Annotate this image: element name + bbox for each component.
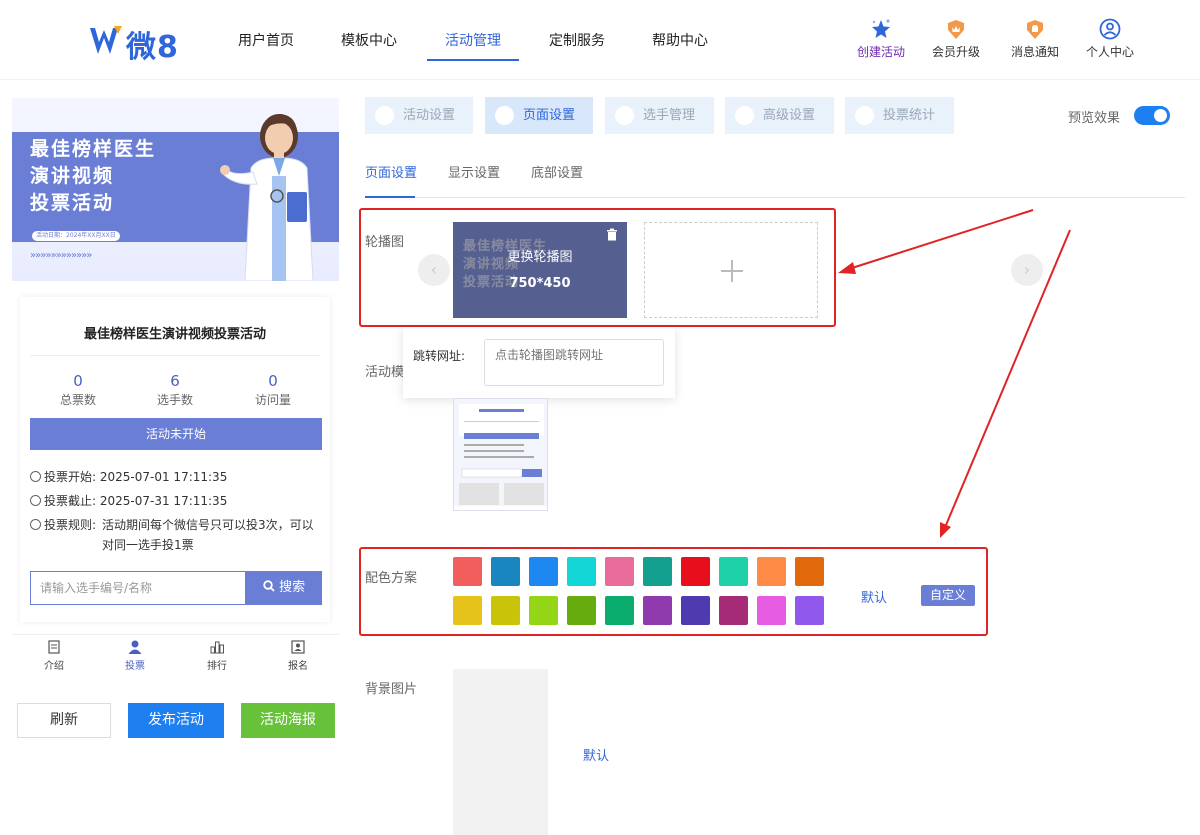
arrow-head-color-scheme [940,522,951,538]
notifications-button[interactable]: 消息通知 [1005,18,1065,60]
tab-vote[interactable]: 投票 [105,639,165,672]
subtab-page-settings[interactable]: 页面设置 [365,162,417,181]
tab-vote-statistics[interactable]: 投票统计 [845,97,954,134]
logo[interactable]: 微8 [88,20,188,65]
arrow-to-color-scheme [945,229,1071,526]
preview-tabbar: 介绍 投票 排行 报名 [12,634,339,674]
info-icon [30,519,41,530]
activity-poster-button[interactable]: 活动海报 [241,703,335,738]
grid-icon [495,106,514,125]
clock-icon [30,495,41,506]
bell-badge-icon [1027,20,1043,39]
document-icon [48,640,60,654]
jump-url-label: 跳转网址: [413,349,466,363]
crown-badge-icon [948,20,964,39]
bar-chart-icon [210,641,224,654]
nav-user-home[interactable]: 用户首页 [238,30,294,50]
nav-active-underline [427,59,519,61]
card-divider [30,355,320,356]
subtab-display-settings[interactable]: 显示设置 [448,162,500,181]
clock-icon [30,471,41,482]
create-activity-button[interactable]: 创建活动 [851,18,911,60]
contestant-search-input[interactable]: 请输入选手编号/名称 [30,571,246,605]
nav-custom-service[interactable]: 定制服务 [549,30,605,50]
refresh-button[interactable]: 刷新 [17,703,111,738]
nav-activity-management[interactable]: 活动管理 [445,30,501,50]
stat-total-votes: 0 总票数 [59,372,96,407]
banner-date: 活动日期：2024年XX月XX日 [32,231,120,241]
sliders-icon [735,106,754,125]
vote-end-line: 投票截止: 2025-07-31 17:11:35 [30,492,227,509]
doctor-illustration [220,114,314,281]
background-default-button[interactable]: 默认 [583,745,609,764]
background-image-label: 背景图片 [365,682,418,697]
logo-w-icon [90,26,122,54]
carousel-next-button[interactable]: › [1011,254,1043,286]
star-sparkle-icon [872,19,890,38]
banner-arrows: »»»»»»»»»»»» [30,250,92,261]
stats-icon [855,106,874,125]
arrow-to-carousel [851,209,1034,269]
vote-start-line: 投票开始: 2025-07-01 17:11:35 [30,468,227,485]
tab-intro[interactable]: 介绍 [24,639,84,672]
template-thumbnail[interactable] [453,398,548,511]
user-circle-icon [1099,18,1121,40]
nav-template-center[interactable]: 模板中心 [341,30,397,50]
create-activity-label: 创建活动 [856,45,905,59]
background-image-thumbnail[interactable] [453,669,548,835]
personal-center-label: 个人中心 [1085,45,1134,59]
activity-info-card: 最佳榜样医生演讲视频投票活动 0 总票数 6 选手数 0 访问量 活动未开始 投… [20,297,330,622]
arrow-head-carousel [838,262,856,274]
vote-rule-label: 投票规则: [30,516,96,533]
toggle-knob [1154,109,1167,122]
heart-icon [375,106,394,125]
subtab-footer-settings[interactable]: 底部设置 [531,162,583,181]
activity-title: 最佳榜样医生演讲视频投票活动 [83,327,266,342]
tab-page-settings[interactable]: 页面设置 [485,97,593,134]
chevron-right-icon: › [1023,260,1031,279]
stat-contestants: 6 选手数 [156,372,193,407]
id-card-icon [291,640,305,654]
jump-url-popover: 跳转网址: [403,327,675,398]
vote-rule-text: 活动期间每个微信号只可以投3次，可以对同一选手投1票 [102,518,314,552]
preview-effect-toggle[interactable] [1134,106,1170,125]
tab-advanced-settings[interactable]: 高级设置 [725,97,834,134]
stat-visits: 0 访问量 [254,372,291,407]
personal-center-button[interactable]: 个人中心 [1080,18,1140,60]
activity-banner: 最佳榜样医生 演讲视频 投票活动 活动日期：2024年XX月XX日 »»»»»»… [12,98,339,281]
highlight-box-color-scheme [359,547,988,636]
person-icon [615,106,634,125]
highlight-box-carousel [359,208,836,327]
tab-ranking[interactable]: 排行 [187,639,247,672]
tab-activity-settings[interactable]: 活动设置 [365,97,473,134]
banner-title: 最佳榜样医生 演讲视频 投票活动 [30,138,157,214]
jump-url-input[interactable] [484,339,664,386]
template-label: 活动模 [365,365,405,380]
member-upgrade-label: 会员升级 [931,45,980,59]
template-preview-image [454,399,547,510]
search-button[interactable]: 搜索 [246,571,322,605]
notifications-label: 消息通知 [1010,45,1059,59]
tab-contestant-management[interactable]: 选手管理 [605,97,714,134]
tab-signup[interactable]: 报名 [268,639,328,672]
person-icon [128,640,142,654]
subtab-active-underline [365,196,415,198]
publish-activity-button[interactable]: 发布活动 [128,703,224,738]
top-navbar: 微8 用户首页 模板中心 活动管理 定制服务 帮助中心 创建活动 会员升级 消息… [0,0,1200,80]
search-icon [263,580,275,592]
subtab-border [365,197,1185,198]
member-upgrade-button[interactable]: 会员升级 [926,18,986,60]
logo-text: 微8 [126,30,179,65]
nav-help-center[interactable]: 帮助中心 [652,30,708,50]
activity-status-button[interactable]: 活动未开始 [30,418,322,450]
preview-effect-label: 预览效果 [1068,111,1121,126]
